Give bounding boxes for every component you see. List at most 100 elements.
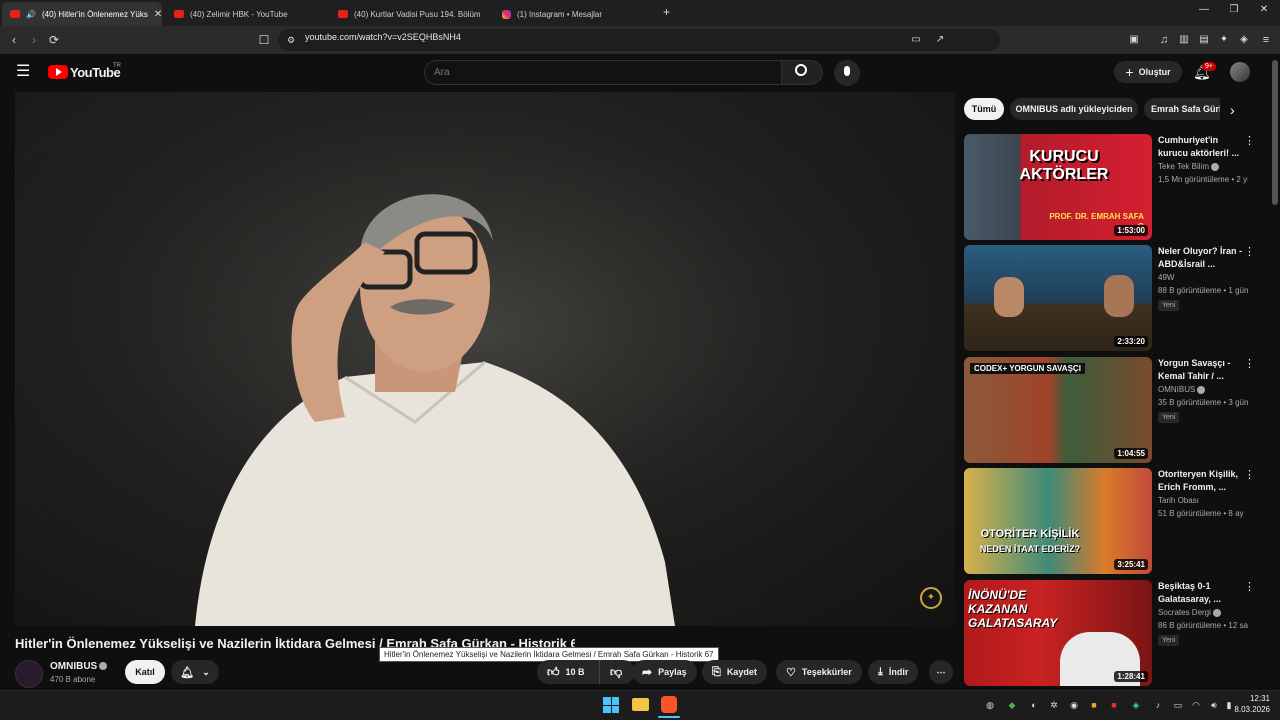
recommendation-card[interactable]: İNÖNÜ'DE KAZANAN GALATASARAY 1:28:41 Beş… [964,580,1264,686]
tab-zelimir[interactable]: (40) Zelimir HBK - YouTube [166,2,328,26]
plus-icon: + [1125,64,1134,80]
video-title[interactable]: Otoriteryen Kişilik, Erich Fromm, ... [1158,468,1244,493]
volume-icon[interactable]: 🔊︎ [1208,700,1220,711]
vpn-icon[interactable]: ◈ [1236,32,1252,48]
channel-avatar[interactable] [15,660,43,688]
video-title[interactable]: Beşiktaş 0-1 Galatasaray, ... [1158,580,1244,605]
save-button[interactable]: ⎘ Kaydet [702,660,767,684]
new-badge: Yeni [1158,635,1180,646]
wifi-icon[interactable]: ◠ [1190,700,1202,711]
tray-app-icon[interactable]: ✲ [1048,700,1060,711]
site-info-icon[interactable]: ⚙ [283,32,299,48]
tray-app-icon[interactable]: ■ [1088,700,1100,710]
verified-icon [1210,162,1219,171]
back-icon[interactable]: ‹ [6,32,22,48]
sidebar-icon[interactable]: ▣ [1126,32,1142,48]
create-button[interactable]: + Oluştur [1114,61,1182,83]
reload-icon[interactable]: ⟳ [46,32,62,48]
recommendation-card[interactable]: CODEX+ YORGUN SAVAŞÇI 1:04:55 Yorgun Sav… [964,357,1264,463]
tray-app-icon[interactable]: ■ [1108,700,1120,710]
video-title[interactable]: Cumhuriyet'in kurucu aktörleri! ... [1158,134,1244,159]
clock-time[interactable]: 12:31 [1238,694,1270,703]
leo-ai-icon[interactable]: ✦ [1216,32,1232,48]
download-label: İndir [888,667,909,677]
menu-icon[interactable]: ≡ [1258,32,1274,48]
channel-name[interactable]: Tarih Obası [1158,496,1199,505]
file-explorer-icon[interactable] [632,698,649,711]
video-thumbnail[interactable]: 2:33:20 [964,245,1152,351]
recommendation-card[interactable]: KURUCU AKTÖRLER PROF. DR. EMRAH SAFA G 1… [964,134,1264,240]
more-options-icon[interactable]: ⋮ [1244,245,1255,258]
close-window-icon[interactable]: ✕ [1254,4,1274,15]
more-options-icon[interactable]: ⋮ [1244,357,1255,370]
download-button[interactable]: ⤓ İndir [868,660,919,684]
tray-app-icon[interactable]: ◉ [1068,700,1080,711]
channel-name[interactable]: Teke Tek Bilim [1158,162,1219,171]
chip-emrah-safa[interactable]: Emrah Safa Gürkan [1144,98,1220,120]
dislike-button[interactable]: 👎︎ [599,660,635,684]
minimize-icon[interactable]: — [1194,4,1214,15]
chip-from-uploader[interactable]: OMNIBUS adlı yükleyiciden [1010,98,1138,120]
hamburger-menu-icon[interactable]: ☰ [16,64,30,80]
video-thumbnail[interactable]: KURUCU AKTÖRLER PROF. DR. EMRAH SAFA G 1… [964,134,1152,240]
avatar[interactable] [1230,62,1250,82]
channel-name[interactable]: OMNIBUS [50,661,108,672]
video-title[interactable]: Neler Oluyor? İran - ABD&İsrail ... [1158,245,1244,270]
new-tab-button[interactable]: + [663,5,670,19]
tab-title: (40) Kurtlar Vadisi Pusu 194. Bölüm [354,9,481,19]
clock-date[interactable]: 8.03.2026 [1228,705,1270,714]
more-options-icon[interactable]: ⋮ [1244,468,1255,481]
like-count: 10 B [565,667,585,677]
video-thumbnail[interactable]: OTORİTER KİŞİLİK NEDEN İTAAT EDERİZ? 3:2… [964,468,1152,574]
recommendation-card[interactable]: OTORİTER KİŞİLİK NEDEN İTAAT EDERİZ? 3:2… [964,468,1264,574]
thanks-button[interactable]: ♡ Teşekkürler [776,660,862,684]
tab-instagram[interactable]: (1) Instagram • Mesajlar [494,2,656,26]
join-button[interactable]: Katıl [125,660,165,684]
like-button[interactable]: 👍︎ 10 B [537,660,599,684]
video-title[interactable]: Yorgun Savaşçı - Kemal Tahir / ... [1158,357,1244,382]
media-icon[interactable]: ♫ [1156,32,1172,48]
video-thumbnail[interactable]: CODEX+ YORGUN SAVAŞÇI 1:04:55 [964,357,1152,463]
network-icon[interactable]: ▭ [1172,700,1184,711]
url-text[interactable]: youtube.com/watch?v=v2SEQHBsNH4 [305,32,461,42]
close-tab-icon[interactable]: ✕ [154,9,162,20]
channel-name[interactable]: Socrates Dergi [1158,608,1221,617]
cast-icon[interactable]: ▭ [908,32,924,48]
channel-watermark-icon[interactable]: ✦ [920,587,942,609]
recommendation-card[interactable]: 2:33:20 Neler Oluyor? İran - ABD&İsrail … [964,245,1264,351]
new-badge: Yeni [1158,412,1180,423]
share-icon[interactable]: ↗ [932,32,948,48]
browser-tab-strip: 🔊 (40) Hitler'in Önlenemez Yüks ✕ (40) Z… [0,0,1280,26]
more-actions-button[interactable]: ⋯ [929,660,953,684]
tray-app-icon[interactable]: ◈ [1130,700,1142,711]
restore-icon[interactable]: ❐ [1224,4,1244,15]
scrollbar-thumb[interactable] [1272,60,1278,205]
youtube-logo-icon[interactable] [48,65,68,79]
channel-name[interactable]: 49W [1158,273,1174,282]
video-thumbnail[interactable]: İNÖNÜ'DE KAZANAN GALATASARAY 1:28:41 [964,580,1152,686]
wallet-icon[interactable]: ▤ [1196,32,1212,48]
search-input[interactable] [434,65,764,79]
tray-app-icon[interactable]: ◍ [984,700,996,711]
windows-start-icon[interactable] [603,697,619,713]
download-icon: ⤓ [878,665,883,678]
bookmark-icon[interactable]: ☐ [256,32,272,48]
duration-badge: 3:25:41 [1114,559,1148,570]
tray-app-icon[interactable]: ♪ [1152,700,1164,710]
chip-all[interactable]: Tümü [964,98,1004,120]
share-button[interactable]: ➦ Paylaş [632,660,697,684]
tab-kurtlar-vadisi[interactable]: (40) Kurtlar Vadisi Pusu 194. Bölüm [330,2,492,26]
more-options-icon[interactable]: ⋮ [1244,580,1255,593]
youtube-favicon-icon [338,10,348,18]
chevron-right-icon[interactable]: › [1230,102,1235,118]
channel-name[interactable]: OMNIBUS [1158,385,1206,394]
brave-browser-icon[interactable] [661,696,677,713]
subscription-bell-button[interactable]: 🔔︎ ⌄ [171,660,219,684]
forward-icon[interactable]: › [26,32,42,48]
tray-app-icon[interactable]: ◐ [1028,700,1040,710]
tab-active[interactable]: 🔊 (40) Hitler'in Önlenemez Yüks ✕ [2,2,162,26]
split-view-icon[interactable]: ▥ [1176,32,1192,48]
more-options-icon[interactable]: ⋮ [1244,134,1255,147]
tray-app-icon[interactable]: ◆ [1006,700,1018,711]
video-player[interactable]: ✦ [15,92,955,626]
